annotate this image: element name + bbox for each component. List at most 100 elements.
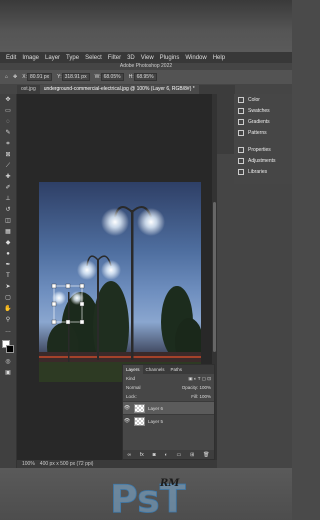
healing-tool-icon[interactable]: ✚ [2,173,15,182]
panel-swatches[interactable]: Swatches [234,105,292,116]
zoom-tool-icon[interactable]: ⚲ [2,316,15,325]
pen-tool-icon[interactable]: ✒ [2,261,15,270]
color-icon [238,96,244,103]
h-field[interactable]: 68.95% [133,73,157,81]
lock-row: Lock: Fill: 100% [123,392,214,401]
zoom-level[interactable]: 100% [22,461,35,467]
layers-panel: Layers Channels Paths Kind ▣ ◐ T ▢ ⊡ Nor… [122,364,215,460]
properties-icon [238,146,244,153]
panel-adjustments-label: Adjustments [248,157,276,164]
opacity-field[interactable]: 100% [199,385,211,390]
pst-watermark-logo: PsT RM [110,477,187,520]
tab-layers[interactable]: Layers [123,365,143,374]
shape-tool-icon[interactable]: ▢ [2,294,15,303]
panel-gradients[interactable]: Gradients [234,116,292,127]
gradient-tool-icon[interactable]: ▦ [2,228,15,237]
scroll-thumb[interactable] [213,202,216,352]
mask-icon[interactable]: ◙ [153,452,156,458]
menu-3d[interactable]: 3D [127,55,135,61]
kind-filter[interactable]: Kind [126,376,135,381]
panel-patterns[interactable]: Patterns [234,127,292,138]
layer-name: Layer 6 [148,405,164,411]
move-icon[interactable]: ✥ [13,74,17,80]
adjustment-icon[interactable]: ◐ [165,452,168,458]
tab-paths[interactable]: Paths [168,365,186,374]
frame-tool-icon[interactable]: ⊠ [2,151,15,160]
background-color-swatch[interactable] [6,345,14,353]
fill-label: Fill: [191,394,199,399]
color-swatches[interactable] [0,340,16,356]
w-field[interactable]: 68.05% [100,73,124,81]
blur-tool-icon[interactable]: ◆ [2,239,15,248]
panel-swatches-label: Swatches [248,107,270,114]
panel-libraries-label: Libraries [248,168,268,175]
menu-plugins[interactable]: Plugins [160,55,180,61]
stamp-tool-icon[interactable]: ⊥ [2,195,15,204]
street-lamps-image[interactable] [39,182,201,382]
type-tool-icon[interactable]: T [2,272,15,281]
panel-color[interactable]: Color [234,94,292,105]
fx-icon[interactable]: fx [140,452,144,458]
menu-select[interactable]: Select [85,55,102,61]
menu-layer[interactable]: Layer [45,55,60,61]
menu-bar: Edit Image Layer Type Select Filter 3D V… [0,52,292,63]
tab-doc-2[interactable]: underground-commercial-electrical.jpg @ … [39,85,199,94]
window-title: Adobe Photoshop 2022 [0,63,292,70]
home-icon[interactable]: ⌂ [5,74,8,80]
trash-icon[interactable]: 🗑 [203,452,209,458]
history-brush-icon[interactable]: ↺ [2,206,15,215]
x-field[interactable]: 80.91 px [26,73,53,81]
layer-filter-row: Kind ▣ ◐ T ▢ ⊡ [123,374,214,383]
fill-field[interactable]: 100% [199,394,211,399]
y-field[interactable]: 318.91 px [61,73,90,81]
opacity-label: Opacity: [181,385,199,390]
menu-type[interactable]: Type [66,55,79,61]
eye-icon[interactable]: 👁 [123,405,131,411]
gradients-icon [238,118,244,125]
menu-filter[interactable]: Filter [108,55,121,61]
move-tool-icon[interactable]: ✥ [2,96,15,105]
marquee-tool-icon[interactable]: ▭ [2,107,15,116]
quick-mask-icon[interactable]: ◎ [2,358,15,367]
menu-window[interactable]: Window [185,55,206,61]
quick-select-tool-icon[interactable]: ✎ [2,129,15,138]
path-select-tool-icon[interactable]: ➤ [2,283,15,292]
dodge-tool-icon[interactable]: ● [2,250,15,259]
panel-gradients-label: Gradients [248,118,270,125]
collapsed-panels: Color Swatches Gradients Patterns Proper… [234,94,292,184]
folder-icon[interactable]: ▭ [176,452,181,458]
blend-row: Normal Opacity: 100% [123,383,214,392]
eye-icon[interactable]: 👁 [123,418,131,424]
hand-tool-icon[interactable]: ✋ [2,305,15,314]
brush-tool-icon[interactable]: ✐ [2,184,15,193]
eraser-tool-icon[interactable]: ◫ [2,217,15,226]
libraries-icon [238,168,244,175]
eyedropper-tool-icon[interactable]: ⟋ [2,162,15,171]
layer-row[interactable]: 👁 Layer 5 [123,414,214,427]
lock-label: Lock: [126,394,137,399]
panel-properties[interactable]: Properties [234,144,292,155]
document-tabs: ost.jpg underground-commercial-electrica… [17,85,235,94]
panel-properties-label: Properties [248,146,271,153]
panel-libraries[interactable]: Libraries [234,166,292,177]
layers-footer: ∞ fx ◙ ◐ ▭ ⊞ 🗑 [123,450,214,459]
panel-adjustments[interactable]: Adjustments [234,155,292,166]
menu-help[interactable]: Help [213,55,225,61]
link-icon[interactable]: ∞ [127,452,131,458]
lasso-tool-icon[interactable]: ◌ [2,118,15,127]
crop-tool-icon[interactable]: ⌗ [2,140,15,149]
tab-doc-1[interactable]: ost.jpg [17,85,40,94]
blend-mode-select[interactable]: Normal [126,385,141,390]
menu-image[interactable]: Image [22,55,39,61]
new-layer-icon[interactable]: ⊞ [190,452,194,458]
more-tools-icon[interactable]: … [2,327,15,336]
filter-icons[interactable]: ▣ ◐ T ▢ ⊡ [188,376,211,382]
svg-text:RM: RM [159,478,180,489]
layer-row[interactable]: 👁 Layer 6 [123,401,214,414]
menu-edit[interactable]: Edit [6,55,16,61]
menu-view[interactable]: View [141,55,154,61]
screen-mode-icon[interactable]: ▣ [2,369,15,378]
layer-thumbnail [134,403,145,413]
top-blur [0,0,292,52]
tab-channels[interactable]: Channels [143,365,168,374]
